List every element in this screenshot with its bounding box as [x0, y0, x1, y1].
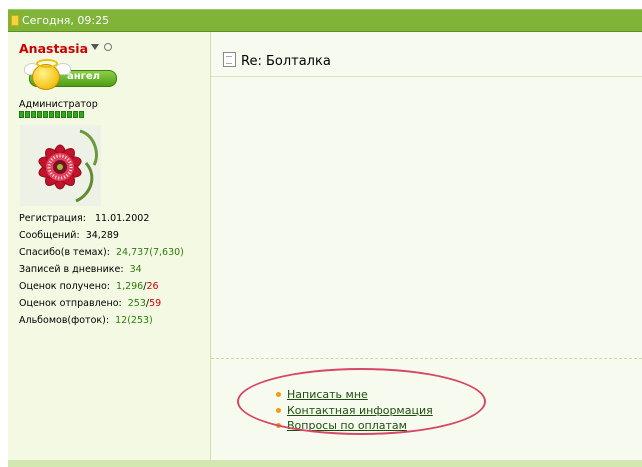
stat-thanks: Спасибо(в темах): 24,737(7,630): [19, 247, 184, 258]
reputation-bar: [19, 111, 84, 118]
user-info-panel: Anastasia ангел Администратор Регистраци…: [8, 32, 211, 460]
stat-registration: Регистрация: 11.01.2002: [19, 213, 150, 224]
passion-flower-avatar-image: [20, 125, 101, 206]
post-header-bar: Сегодня, 09:25: [8, 9, 642, 32]
username-link[interactable]: Anastasia: [19, 41, 88, 56]
post-icon: [11, 15, 19, 26]
post-footer-bar: [8, 460, 642, 467]
stat-posts: Сообщений: 34,289: [19, 230, 119, 241]
signature-divider: [211, 358, 642, 359]
title-divider: [211, 76, 642, 77]
halo-icon: [36, 59, 58, 68]
document-icon: [223, 52, 236, 67]
user-rank-badge: ангел: [21, 59, 117, 91]
stat-diary: Записей в дневнике: 34: [19, 264, 142, 275]
user-stats: Регистрация: 11.01.2002 Сообщений: 34,28…: [19, 210, 184, 329]
post-title: Re: Болталка: [223, 52, 331, 69]
stat-ratings-received: Оценок получено: 1,296/26: [19, 281, 159, 292]
stat-ratings-sent: Оценок отправлено: 253/59: [19, 298, 162, 309]
rank-label: ангел: [67, 71, 100, 82]
highlight-ellipse: [237, 368, 486, 435]
stat-albums: Альбомов(фоток): 12(253): [19, 315, 153, 326]
user-menu-caret-icon[interactable]: [91, 44, 99, 50]
offline-status-icon: [104, 43, 112, 51]
user-role: Администратор: [19, 99, 98, 110]
post-date: Сегодня, 09:25: [22, 14, 110, 27]
avatar[interactable]: [20, 125, 101, 206]
